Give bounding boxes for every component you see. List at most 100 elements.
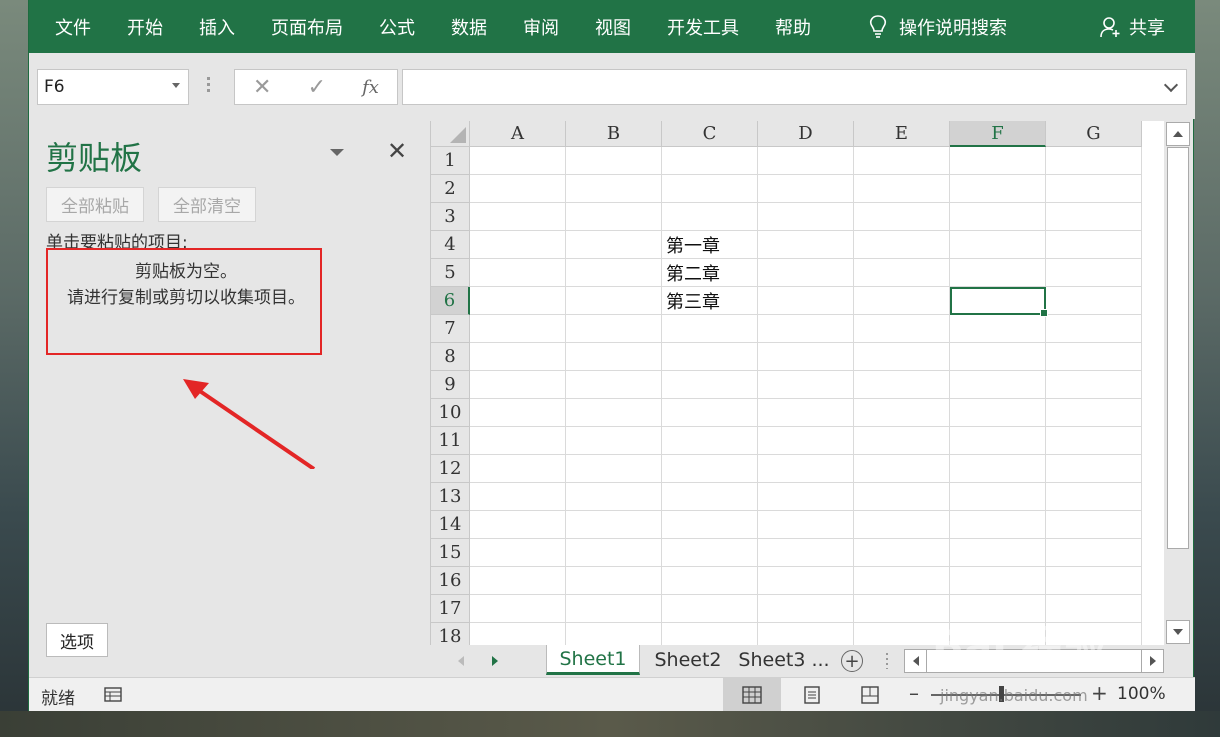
pane-options-dropdown-icon[interactable] xyxy=(330,149,344,156)
cell-f7[interactable] xyxy=(950,315,1046,343)
cell-e14[interactable] xyxy=(854,511,950,539)
row-header[interactable]: 14 xyxy=(431,511,470,539)
cell-a16[interactable] xyxy=(470,567,566,595)
cell-a8[interactable] xyxy=(470,343,566,371)
cell-e16[interactable] xyxy=(854,567,950,595)
cell-c10[interactable] xyxy=(662,399,758,427)
cell-e5[interactable] xyxy=(854,259,950,287)
cell-a1[interactable] xyxy=(470,147,566,175)
cell-b3[interactable] xyxy=(566,203,662,231)
cell-e8[interactable] xyxy=(854,343,950,371)
cell-e9[interactable] xyxy=(854,371,950,399)
macro-record-icon[interactable] xyxy=(104,685,124,703)
row-header[interactable]: 11 xyxy=(431,427,470,455)
zoom-out-icon[interactable]: – xyxy=(909,681,919,705)
horizontal-scrollbar[interactable] xyxy=(904,649,1164,673)
cell-d4[interactable] xyxy=(758,231,854,259)
prev-sheet-icon[interactable] xyxy=(458,656,464,666)
row-header[interactable]: 5 xyxy=(431,259,470,287)
cell-e15[interactable] xyxy=(854,539,950,567)
name-box[interactable]: F6 xyxy=(37,69,189,105)
cell-d18[interactable] xyxy=(758,623,854,645)
cell-b15[interactable] xyxy=(566,539,662,567)
cell-e2[interactable] xyxy=(854,175,950,203)
cell-g3[interactable] xyxy=(1046,203,1142,231)
paste-all-button[interactable]: 全部粘贴 xyxy=(46,187,144,222)
row-header[interactable]: 15 xyxy=(431,539,470,567)
cell-b9[interactable] xyxy=(566,371,662,399)
cell-b7[interactable] xyxy=(566,315,662,343)
cell-a12[interactable] xyxy=(470,455,566,483)
cell-c4[interactable]: 第一章 xyxy=(662,231,758,259)
cell-g15[interactable] xyxy=(1046,539,1142,567)
row-header[interactable]: 7 xyxy=(431,315,470,343)
cell-d13[interactable] xyxy=(758,483,854,511)
formula-bar-grip[interactable] xyxy=(207,77,210,95)
cell-b14[interactable] xyxy=(566,511,662,539)
cell-f9[interactable] xyxy=(950,371,1046,399)
cell-a5[interactable] xyxy=(470,259,566,287)
cell-e7[interactable] xyxy=(854,315,950,343)
cell-a3[interactable] xyxy=(470,203,566,231)
cell-f18[interactable] xyxy=(950,623,1046,645)
cell-f12[interactable] xyxy=(950,455,1046,483)
cell-g12[interactable] xyxy=(1046,455,1142,483)
sheet-tab-sheet3[interactable]: Sheet3 ... xyxy=(736,645,832,675)
cell-b16[interactable] xyxy=(566,567,662,595)
cell-b2[interactable] xyxy=(566,175,662,203)
cell-c14[interactable] xyxy=(662,511,758,539)
tell-me-search[interactable]: 操作说明搜索 xyxy=(849,0,1025,53)
cell-g9[interactable] xyxy=(1046,371,1142,399)
cell-b5[interactable] xyxy=(566,259,662,287)
cell-d3[interactable] xyxy=(758,203,854,231)
cell-c17[interactable] xyxy=(662,595,758,623)
add-sheet-icon[interactable]: + xyxy=(841,650,863,672)
cell-a6[interactable] xyxy=(470,287,566,315)
cell-f16[interactable] xyxy=(950,567,1046,595)
cell-f6[interactable] xyxy=(950,287,1048,317)
cell-d16[interactable] xyxy=(758,567,854,595)
cell-c7[interactable] xyxy=(662,315,758,343)
cell-g17[interactable] xyxy=(1046,595,1142,623)
cell-f11[interactable] xyxy=(950,427,1046,455)
tab-view[interactable]: 视图 xyxy=(577,0,649,53)
cell-b13[interactable] xyxy=(566,483,662,511)
cell-b11[interactable] xyxy=(566,427,662,455)
row-header[interactable]: 13 xyxy=(431,483,470,511)
cell-d14[interactable] xyxy=(758,511,854,539)
cell-e4[interactable] xyxy=(854,231,950,259)
cell-a10[interactable] xyxy=(470,399,566,427)
formula-input[interactable] xyxy=(402,69,1187,105)
select-all-corner[interactable] xyxy=(431,121,470,147)
cell-f17[interactable] xyxy=(950,595,1046,623)
scroll-thumb[interactable] xyxy=(1167,147,1189,549)
cell-c5[interactable]: 第二章 xyxy=(662,259,758,287)
row-header[interactable]: 4 xyxy=(431,231,470,259)
tab-formulas[interactable]: 公式 xyxy=(361,0,433,53)
cell-a9[interactable] xyxy=(470,371,566,399)
cell-a2[interactable] xyxy=(470,175,566,203)
cell-g2[interactable] xyxy=(1046,175,1142,203)
cell-d7[interactable] xyxy=(758,315,854,343)
tab-page-layout[interactable]: 页面布局 xyxy=(253,0,361,53)
cell-d17[interactable] xyxy=(758,595,854,623)
options-button[interactable]: 选项 xyxy=(46,623,108,657)
cell-g13[interactable] xyxy=(1046,483,1142,511)
cell-f15[interactable] xyxy=(950,539,1046,567)
close-icon[interactable]: ✕ xyxy=(387,137,407,165)
cell-d5[interactable] xyxy=(758,259,854,287)
row-header[interactable]: 1 xyxy=(431,147,470,175)
column-header[interactable]: G xyxy=(1046,121,1142,147)
cell-g11[interactable] xyxy=(1046,427,1142,455)
cell-a17[interactable] xyxy=(470,595,566,623)
cell-b12[interactable] xyxy=(566,455,662,483)
name-box-dropdown-icon[interactable] xyxy=(172,83,180,88)
cell-g5[interactable] xyxy=(1046,259,1142,287)
cell-e17[interactable] xyxy=(854,595,950,623)
cell-b10[interactable] xyxy=(566,399,662,427)
share-button[interactable]: 共享 xyxy=(1081,0,1195,53)
cell-g8[interactable] xyxy=(1046,343,1142,371)
cell-c2[interactable] xyxy=(662,175,758,203)
cell-c18[interactable] xyxy=(662,623,758,645)
cell-f8[interactable] xyxy=(950,343,1046,371)
